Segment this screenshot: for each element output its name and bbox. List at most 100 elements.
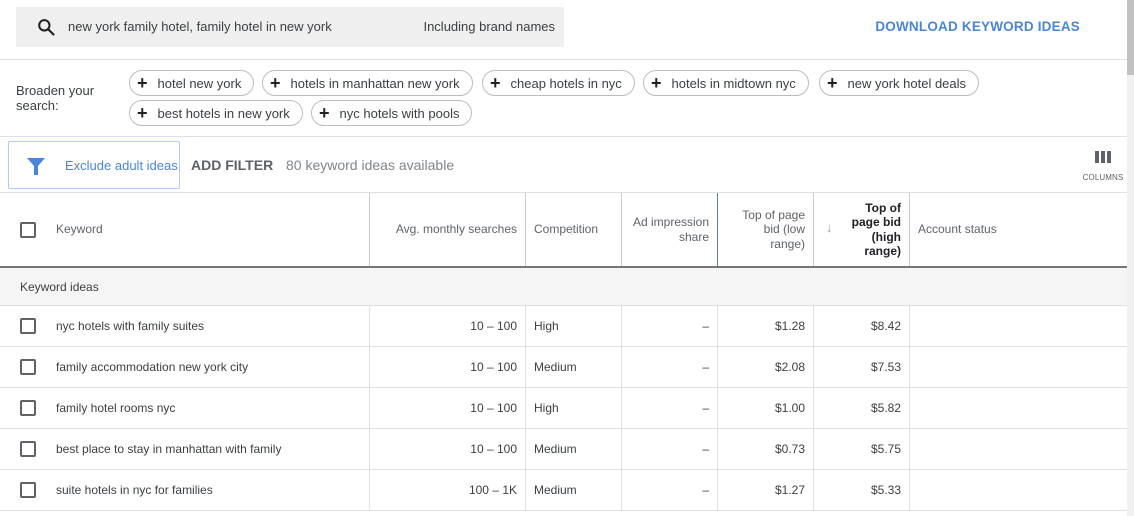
- plus-icon: +: [651, 73, 662, 93]
- broaden-chip[interactable]: + hotel new york: [129, 70, 255, 96]
- cell-bid-low: $1.28: [774, 319, 805, 333]
- plus-icon: +: [270, 73, 281, 93]
- broaden-chip[interactable]: + cheap hotels in nyc: [482, 70, 635, 96]
- section-label: Keyword ideas: [20, 280, 99, 294]
- filter-bar: Exclude adult ideas ADD FILTER 80 keywor…: [0, 137, 1127, 193]
- columns-label: COLUMNS: [1082, 173, 1124, 182]
- table-body: nyc hotels with family suites 10 – 100 Hig…: [0, 306, 1127, 511]
- filter-icon: [27, 158, 45, 175]
- header-label: Keyword: [56, 222, 103, 237]
- row-checkbox[interactable]: [20, 318, 36, 334]
- download-keyword-ideas-button[interactable]: DOWNLOAD KEYWORD IDEAS: [875, 19, 1080, 34]
- cell-account-status: [910, 470, 1110, 510]
- row-checkbox[interactable]: [20, 359, 36, 375]
- cell-competition: Medium: [534, 360, 577, 374]
- cell-ad-impression-share: –: [702, 483, 709, 497]
- broaden-chip[interactable]: + best hotels in new york: [129, 100, 303, 126]
- column-header-ad-impression-share[interactable]: Ad impression share: [622, 193, 717, 266]
- cell-account-status: [910, 429, 1110, 469]
- cell-ad-impression-share: –: [702, 360, 709, 374]
- cell-bid-high: $5.75: [870, 442, 901, 456]
- add-filter-button[interactable]: ADD FILTER: [191, 157, 273, 173]
- plus-icon: +: [137, 103, 148, 123]
- cell-ad-impression-share: –: [702, 401, 709, 415]
- table-row[interactable]: nyc hotels with family suites 10 – 100 Hig…: [0, 306, 1127, 347]
- plus-icon: +: [319, 103, 330, 123]
- chip-label: nyc hotels with pools: [339, 105, 460, 121]
- column-header-competition[interactable]: Competition: [526, 193, 621, 266]
- broaden-chip[interactable]: + nyc hotels with pools: [311, 100, 473, 126]
- broaden-label: Broaden your search:: [16, 83, 95, 113]
- cell-bid-low: $2.08: [774, 360, 805, 374]
- chip-label: hotels in midtown nyc: [671, 75, 796, 91]
- cell-keyword: best place to stay in manhattan with fam…: [56, 442, 282, 456]
- cell-account-status: [910, 306, 1110, 346]
- cell-avg-monthly-searches: 10 – 100: [470, 401, 517, 415]
- header-label: Top of page bid (low range): [742, 207, 805, 251]
- keyword-ideas-table: Keyword Avg. monthly searches Competitio…: [0, 193, 1127, 511]
- column-header-avg-monthly-searches[interactable]: Avg. monthly searches: [370, 193, 525, 266]
- plus-icon: +: [827, 73, 838, 93]
- cell-competition: Medium: [534, 442, 577, 456]
- cell-bid-high: $5.82: [870, 401, 901, 415]
- keyword-search-box[interactable]: new york family hotel, family hotel in n…: [16, 7, 564, 47]
- cell-bid-low: $1.00: [774, 401, 805, 415]
- filter-label: Exclude adult ideas: [65, 158, 178, 173]
- select-all-checkbox[interactable]: [20, 222, 36, 238]
- table-header: Keyword Avg. monthly searches Competitio…: [0, 193, 1127, 268]
- cell-bid-low: $1.27: [774, 483, 805, 497]
- chip-label: best hotels in new york: [157, 105, 290, 121]
- cell-avg-monthly-searches: 10 – 100: [470, 319, 517, 333]
- scrollbar-thumb[interactable]: [1127, 0, 1134, 75]
- columns-button[interactable]: COLUMNS: [1073, 149, 1127, 185]
- cell-account-status: [910, 388, 1110, 428]
- cell-keyword: family accommodation new york city: [56, 360, 249, 374]
- sort-arrow-down-icon: ↓: [826, 220, 833, 235]
- plus-icon: +: [490, 73, 501, 93]
- search-query[interactable]: new york family hotel, family hotel in n…: [68, 19, 332, 34]
- column-header-bid-high[interactable]: ↓ Top of page bid (high range): [814, 193, 909, 266]
- table-row[interactable]: suite hotels in nyc for families 100 – 1K…: [0, 470, 1127, 511]
- header-label: Competition: [534, 222, 599, 237]
- search-bar-area: new york family hotel, family hotel in n…: [0, 0, 1127, 60]
- cell-bid-high: $7.53: [870, 360, 901, 374]
- search-icon: [38, 19, 55, 36]
- column-header-keyword[interactable]: Keyword: [48, 193, 368, 266]
- header-label: Account status: [918, 222, 997, 237]
- column-header-bid-low[interactable]: Top of page bid (low range): [718, 193, 813, 266]
- row-checkbox[interactable]: [20, 400, 36, 416]
- section-header-keyword-ideas: Keyword ideas: [0, 268, 1127, 306]
- keyword-ideas-count: 80 keyword ideas available: [286, 157, 455, 173]
- cell-bid-high: $5.33: [870, 483, 901, 497]
- cell-account-status: [910, 347, 1110, 387]
- broaden-chip[interactable]: + new york hotel deals: [819, 70, 980, 96]
- exclude-adult-ideas-filter[interactable]: Exclude adult ideas: [8, 141, 180, 189]
- brand-names-toggle[interactable]: Including brand names: [423, 19, 555, 34]
- cell-keyword: suite hotels in nyc for families: [56, 483, 213, 497]
- row-checkbox[interactable]: [20, 482, 36, 498]
- cell-keyword: family hotel rooms nyc: [56, 401, 176, 415]
- header-label: Top of page bid (high range): [851, 200, 901, 259]
- broaden-chip[interactable]: + hotels in manhattan new york: [262, 70, 473, 96]
- plus-icon: +: [137, 73, 148, 93]
- cell-bid-high: $8.42: [870, 319, 901, 333]
- cell-avg-monthly-searches: 10 – 100: [470, 442, 517, 456]
- header-label: Avg. monthly searches: [395, 222, 517, 237]
- table-row[interactable]: best place to stay in manhattan with fam…: [0, 429, 1127, 470]
- cell-competition: High: [534, 401, 559, 415]
- broaden-chip[interactable]: + hotels in midtown nyc: [643, 70, 809, 96]
- row-checkbox[interactable]: [20, 441, 36, 457]
- cell-keyword: nyc hotels with family suites: [56, 319, 205, 333]
- cell-competition: High: [534, 319, 559, 333]
- table-row[interactable]: family accommodation new york city 10 – 1…: [0, 347, 1127, 388]
- vertical-scrollbar[interactable]: [1127, 0, 1134, 516]
- chip-label: new york hotel deals: [847, 75, 967, 91]
- broaden-search-section: Broaden your search: + hotel new york + ho…: [0, 60, 1127, 137]
- table-row[interactable]: family hotel rooms nyc 10 – 100 High – $1.00…: [0, 388, 1127, 429]
- cell-bid-low: $0.73: [774, 442, 805, 456]
- chip-label: hotel new york: [157, 75, 242, 91]
- cell-competition: Medium: [534, 483, 577, 497]
- header-label: Ad impression share: [632, 215, 709, 244]
- cell-avg-monthly-searches: 100 – 1K: [468, 483, 517, 497]
- column-header-account-status[interactable]: Account status: [910, 193, 1110, 266]
